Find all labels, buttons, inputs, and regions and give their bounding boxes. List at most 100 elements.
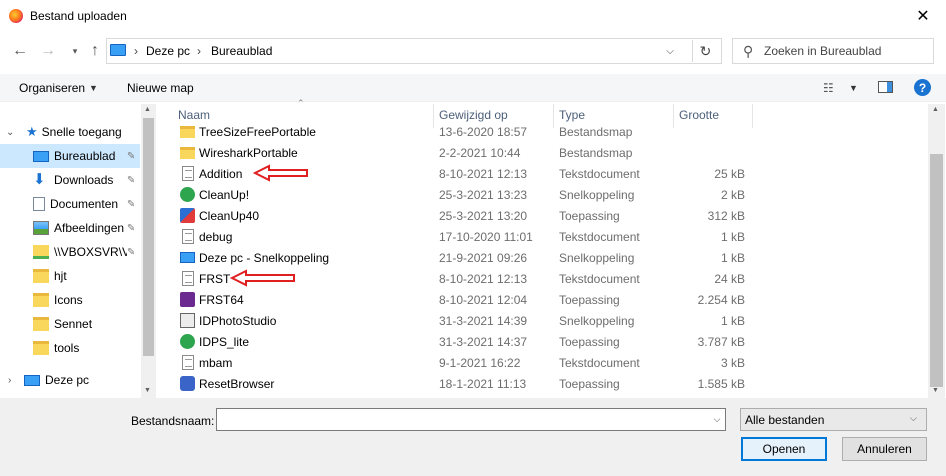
filename-label: Bestandsnaam: [131, 414, 215, 428]
chevron-down-icon: ▾ [72, 45, 78, 56]
file-name: debug [199, 230, 233, 244]
sidebar-item-hjt[interactable]: hjt [0, 264, 140, 288]
scroll-down-icon[interactable]: ▼ [144, 387, 151, 394]
view-details-icon[interactable]: ☷ [823, 81, 834, 95]
pin-icon: ✎ [127, 150, 136, 162]
file-type: Snelkoppeling [559, 188, 635, 202]
column-divider[interactable] [553, 104, 554, 128]
id-photo-icon [180, 313, 195, 328]
organise-button[interactable]: Organiseren [19, 81, 85, 95]
folder-icon [33, 317, 49, 331]
back-button[interactable]: ← [10, 41, 30, 61]
file-row[interactable]: WiresharkPortable 2-2-2021 10:44 Bestandsm… [176, 142, 746, 163]
file-row[interactable]: debug 17-10-2020 11:01 Tekstdocument 1 kB [176, 226, 746, 247]
file-date: 31-3-2021 14:39 [439, 314, 528, 328]
address-dropdown-button[interactable]: ⌵ [660, 40, 680, 62]
file-name: FRST [199, 272, 231, 286]
file-name: FRST64 [199, 293, 244, 307]
sidebar-item-afbeeldingen[interactable]: Afbeeldingen ✎ [0, 216, 140, 240]
column-header-size[interactable]: Grootte [679, 108, 719, 126]
chevron-down-icon: ⌄ [6, 126, 15, 138]
folder-icon [33, 341, 49, 355]
file-row[interactable]: IDPhotoStudio 31-3-2021 14:39 Snelkoppelin… [176, 310, 746, 331]
refresh-button[interactable]: ↻ [692, 40, 718, 62]
sidebar-item-label: hjt [54, 269, 67, 283]
sidebar-item-bureaublad[interactable]: Bureaublad ✎ [0, 144, 140, 168]
scroll-down-icon[interactable]: ▼ [932, 387, 939, 394]
sidebar-scroll-thumb[interactable] [143, 118, 154, 356]
arrow-left-icon: ← [12, 42, 28, 59]
file-row[interactable]: ResetBrowser 18-1-2021 11:13 Toepassing 1.5… [176, 373, 746, 394]
reset-browser-icon [180, 376, 195, 391]
text-file-icon [182, 166, 194, 181]
file-date: 8-10-2021 12:04 [439, 293, 528, 307]
file-date: 9-1-2021 16:22 [439, 356, 521, 370]
new-folder-button[interactable]: Nieuwe map [127, 81, 194, 95]
column-header-row [158, 104, 928, 126]
pc-icon [110, 44, 126, 56]
column-header-name[interactable]: Naam [178, 108, 210, 126]
application-icon [180, 208, 195, 223]
file-date: 17-10-2020 11:01 [439, 230, 533, 244]
column-divider[interactable] [752, 104, 753, 128]
file-size: 1.585 kB [697, 377, 745, 391]
sidebar-item-label: Afbeeldingen [54, 221, 125, 235]
breadcrumb-deze-pc[interactable]: Deze pc [146, 44, 190, 58]
filename-dropdown-button[interactable]: ⌵ [709, 409, 725, 430]
file-name: WiresharkPortable [199, 146, 298, 160]
network-drive-icon [33, 245, 49, 259]
file-row[interactable]: CleanUp40 25-3-2021 13:20 Toepassing 312 kB [176, 205, 746, 226]
file-type: Bestandsmap [559, 146, 633, 160]
file-row[interactable]: CleanUp! 25-3-2021 13:23 Snelkoppeling 2 kB [176, 184, 746, 205]
scroll-up-icon[interactable]: ▲ [144, 106, 151, 113]
caret-down-icon[interactable]: ▼ [849, 83, 858, 93]
close-button[interactable]: ✕ [900, 0, 946, 32]
column-header-modified[interactable]: Gewijzigd op [439, 108, 508, 126]
open-button[interactable]: Openen [741, 437, 827, 461]
up-button[interactable]: ↑ [86, 41, 104, 61]
sidebar-item-icons[interactable]: Icons [0, 288, 140, 312]
column-header-type[interactable]: Type [559, 108, 585, 126]
breadcrumb-bureaublad[interactable]: Bureaublad [211, 44, 272, 58]
forward-button[interactable]: → [38, 41, 58, 61]
file-date: 25-3-2021 13:20 [439, 209, 528, 223]
sidebar-item-documenten[interactable]: Documenten ✎ [0, 192, 140, 216]
folder-icon [33, 293, 49, 307]
scroll-up-icon[interactable]: ▲ [932, 106, 939, 113]
folder-icon [180, 147, 195, 159]
sidebar-item-label: Bureaublad [54, 149, 116, 163]
sidebar-item-downloads[interactable]: ⬇ Downloads ✎ [0, 168, 140, 192]
close-icon: ✕ [916, 8, 930, 25]
file-type: Bestandsmap [559, 125, 633, 139]
chevron-right-icon: › [8, 374, 12, 386]
file-row[interactable]: IDPS_lite 31-3-2021 14:37 Toepassing 3.787 … [176, 331, 746, 352]
column-divider[interactable] [433, 104, 434, 128]
preview-pane-icon[interactable] [878, 81, 893, 93]
file-list-scroll-thumb[interactable] [930, 154, 943, 387]
sidebar-item-label: \\VBOXSVR\V [54, 245, 131, 259]
file-row[interactable]: FRST64 8-10-2021 12:04 Toepassing 2.254 kB [176, 289, 746, 310]
file-size: 25 kB [714, 167, 745, 181]
app-icon [180, 187, 195, 202]
file-row[interactable]: mbam 9-1-2021 16:22 Tekstdocument 3 kB [176, 352, 746, 373]
annotation-arrow-icon [230, 269, 295, 287]
file-size: 3.787 kB [697, 335, 745, 349]
app-icon [180, 334, 195, 349]
pin-icon: ✎ [127, 222, 136, 234]
help-icon[interactable]: ? [914, 79, 931, 96]
sidebar-item-label: Deze pc [45, 373, 90, 387]
cancel-button[interactable]: Annuleren [842, 437, 927, 461]
file-name: IDPS_lite [199, 335, 250, 349]
recent-locations-button[interactable]: ▾ [68, 41, 82, 61]
document-icon [33, 197, 45, 211]
sidebar-item-tools[interactable]: tools [0, 336, 140, 360]
file-row[interactable]: Deze pc - Snelkoppeling 21-9-2021 09:26 Sn… [176, 247, 746, 268]
sidebar-item-deze-pc[interactable]: › Deze pc [0, 368, 140, 392]
sidebar-item-snelle-toegang[interactable]: ⌄ ★ Snelle toegang [0, 120, 140, 144]
sidebar-item-vboxsvr[interactable]: \\VBOXSVR\V ✎ [0, 240, 140, 264]
pin-icon: ✎ [127, 198, 136, 210]
sidebar-item-sennet[interactable]: Sennet [0, 312, 140, 336]
column-divider[interactable] [673, 104, 674, 128]
filename-input[interactable] [216, 408, 726, 431]
search-input[interactable] [764, 40, 930, 62]
